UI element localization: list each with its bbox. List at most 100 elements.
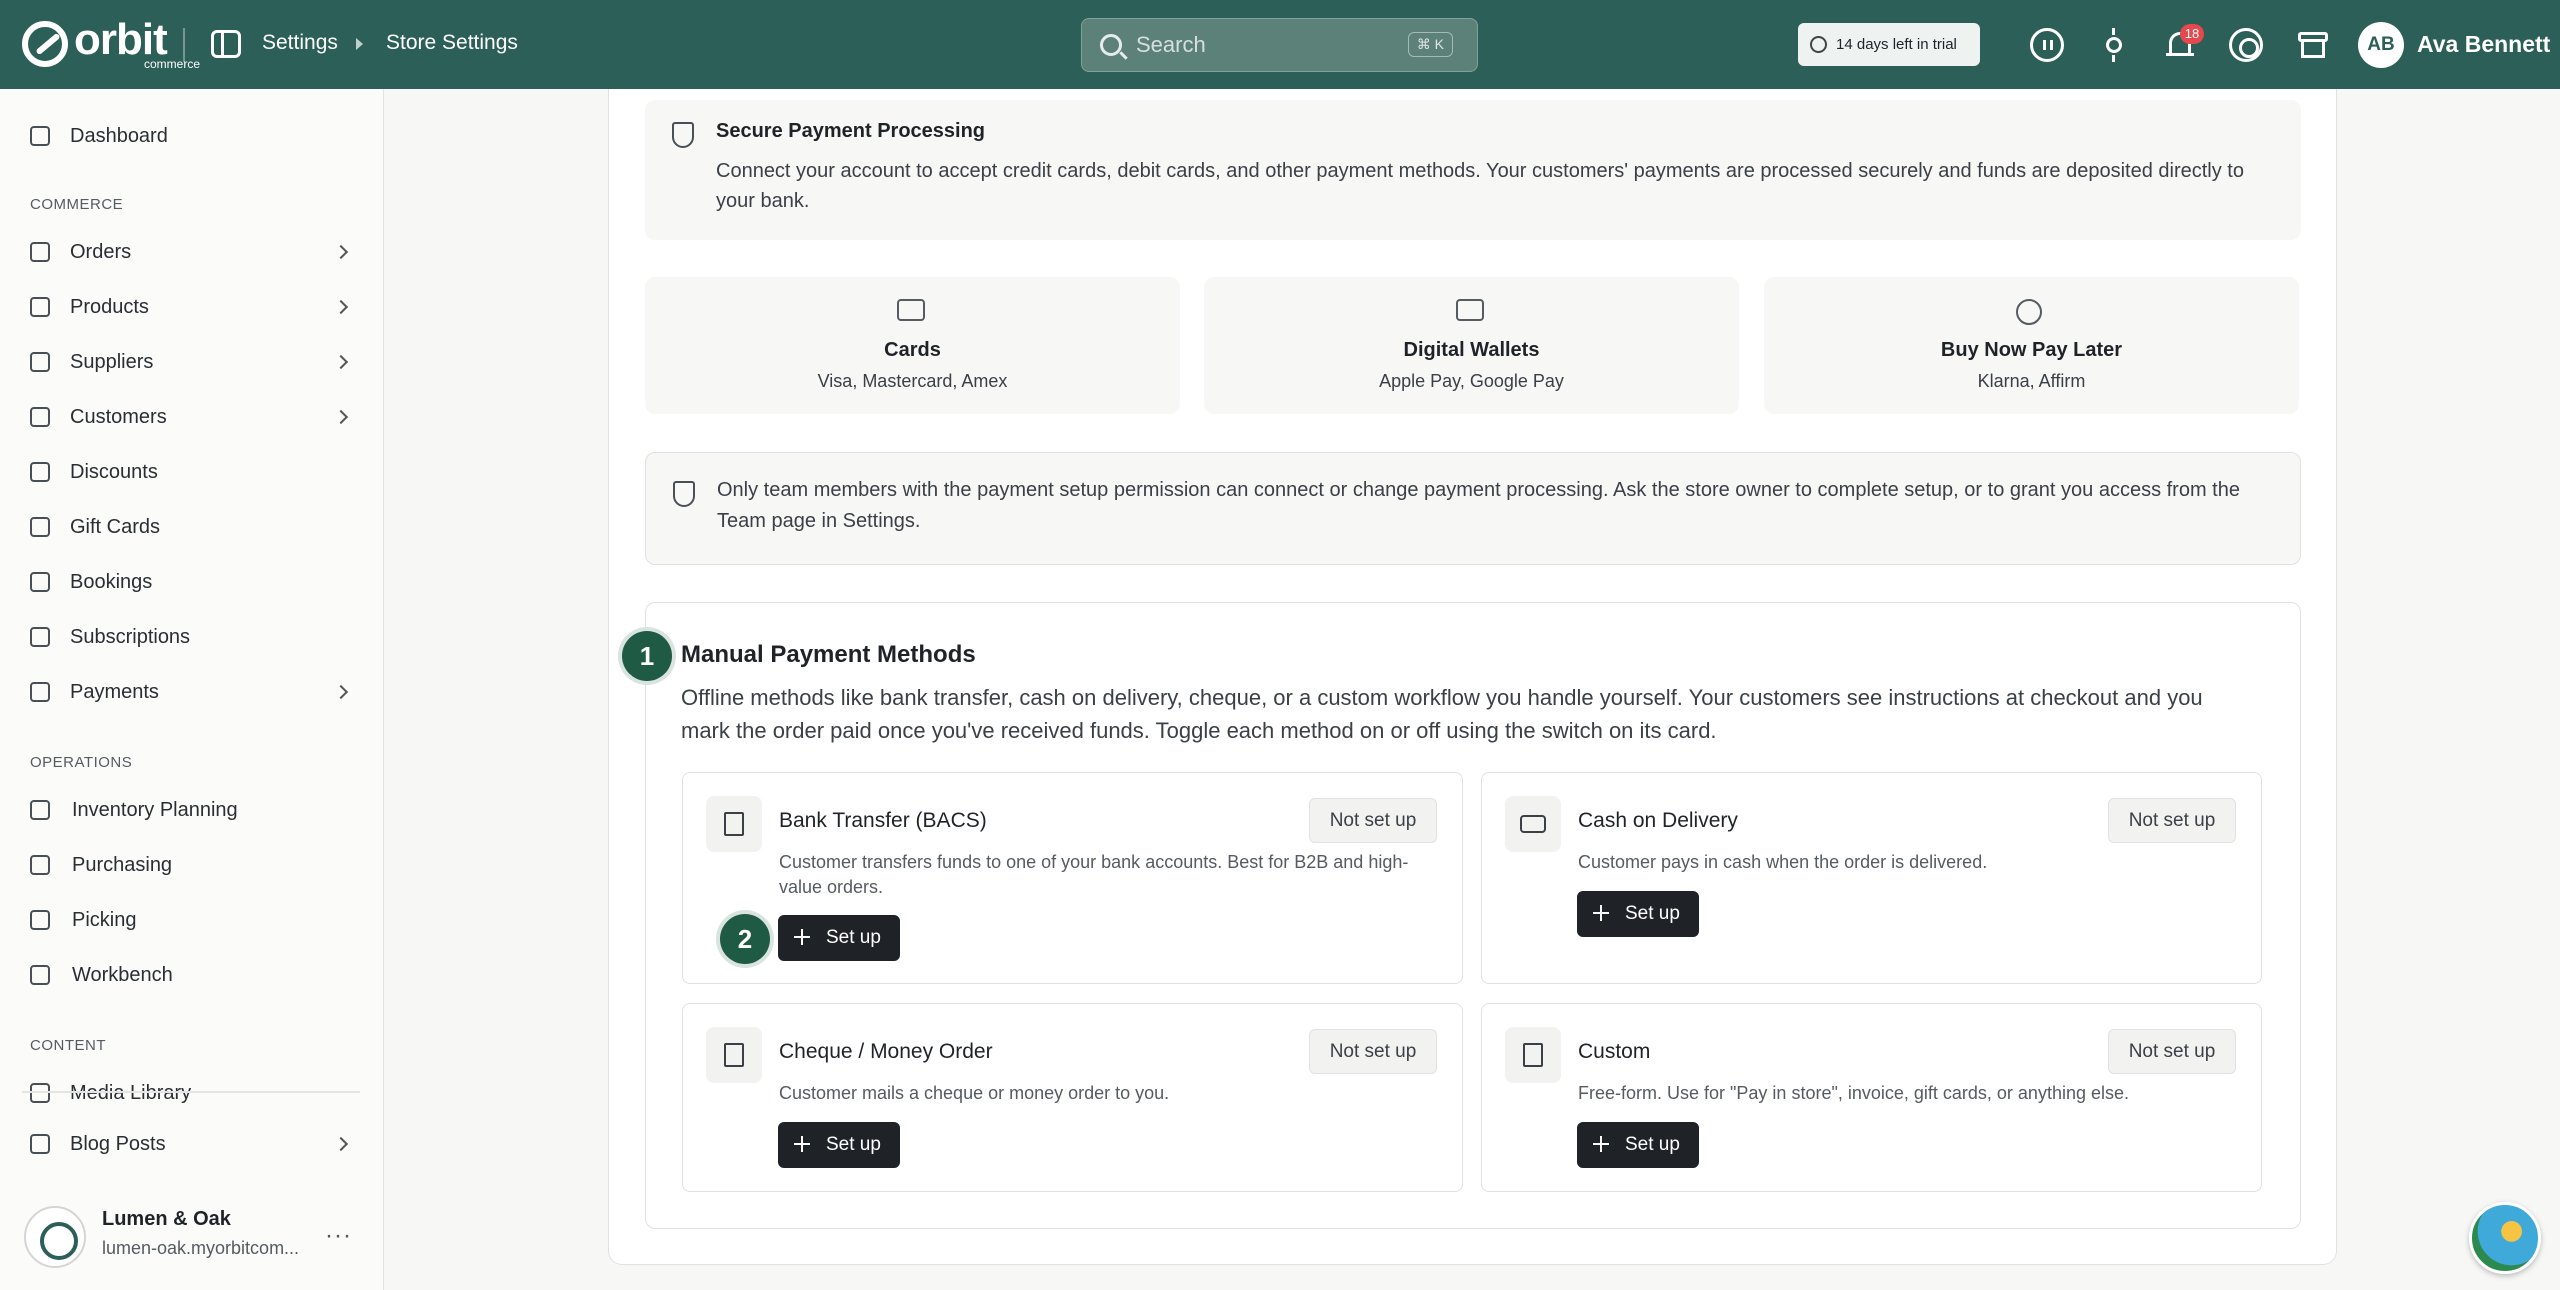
tag-icon bbox=[30, 462, 50, 482]
building-icon bbox=[706, 796, 762, 852]
sidebar-item-orders[interactable]: Orders bbox=[0, 228, 384, 276]
sidebar-item-label: Blog Posts bbox=[70, 1132, 166, 1155]
cash-on-delivery-setup-button[interactable]: Set up bbox=[1577, 891, 1699, 937]
sidebar-item-gift-cards[interactable]: Gift Cards bbox=[0, 503, 384, 551]
search-input[interactable]: Search ⌘ K bbox=[1081, 18, 1478, 72]
assistant-launcher-icon[interactable] bbox=[2469, 1202, 2541, 1274]
more-options-icon[interactable]: ··· bbox=[325, 1222, 352, 1250]
sidebar-item-label: Workbench bbox=[72, 963, 173, 986]
theme-toggle-icon[interactable] bbox=[2097, 28, 2131, 62]
sidebar-item-bookings[interactable]: Bookings bbox=[0, 558, 384, 606]
user-name[interactable]: Ava Bennett bbox=[2417, 31, 2550, 58]
status-badge: Not set up bbox=[2108, 798, 2236, 843]
method-title: Cash on Delivery bbox=[1578, 809, 1738, 832]
breadcrumb-settings[interactable]: Settings bbox=[262, 31, 338, 55]
chevron-right-icon bbox=[333, 409, 349, 425]
sidebar-item-inventory-planning[interactable]: Inventory Planning bbox=[0, 786, 384, 834]
method-card-bnpl: Buy Now Pay Later Klarna, Affirm bbox=[1764, 277, 2299, 414]
avatar[interactable]: AB bbox=[2358, 22, 2404, 68]
status-badge: Not set up bbox=[2108, 1029, 2236, 1074]
sidebar-item-picking[interactable]: Picking bbox=[0, 896, 384, 944]
sidebar-item-purchasing[interactable]: Purchasing bbox=[0, 841, 384, 889]
workbench-icon bbox=[30, 965, 50, 985]
sidebar-item-label: Orders bbox=[70, 240, 132, 263]
orbit-commerce-logo[interactable]: orbit commerce bbox=[22, 18, 200, 70]
method-title: Custom bbox=[1578, 1040, 1651, 1063]
method-description: Customer mails a cheque or money order t… bbox=[779, 1083, 1170, 1103]
sidebar-item-customers[interactable]: Customers bbox=[0, 393, 384, 441]
sidebar-item-discounts[interactable]: Discounts bbox=[0, 448, 384, 496]
plus-icon bbox=[794, 929, 810, 945]
shield-icon bbox=[672, 122, 694, 148]
sidebar-item-label: Payments bbox=[70, 680, 159, 703]
storefront-icon[interactable] bbox=[2296, 28, 2330, 62]
sidebar-item-label: Inventory Planning bbox=[72, 798, 238, 821]
credit-card-icon bbox=[897, 299, 925, 321]
method-description: Customer pays in cash when the order is … bbox=[1578, 852, 1988, 872]
cash-icon bbox=[1505, 796, 1561, 852]
manual-methods-description: Offline methods like bank transfer, cash… bbox=[681, 685, 2203, 743]
method-card-digital-wallets: Digital Wallets Apple Pay, Google Pay bbox=[1204, 277, 1739, 414]
search-icon bbox=[1100, 34, 1122, 56]
store-logo[interactable] bbox=[24, 1206, 86, 1268]
gift-icon bbox=[30, 517, 50, 537]
sidebar-item-label: Purchasing bbox=[72, 853, 173, 876]
sidebar-item-label: Discounts bbox=[70, 460, 158, 483]
help-icon[interactable] bbox=[2229, 28, 2263, 62]
manual-methods-title: Manual Payment Methods bbox=[681, 641, 976, 668]
custom-setup-button[interactable]: Set up bbox=[1577, 1122, 1699, 1168]
clock-icon bbox=[1810, 36, 1827, 53]
sidebar-item-label: Products bbox=[70, 295, 149, 318]
sidebar-item-label: Bookings bbox=[70, 570, 153, 593]
store-domain: lumen-oak.myorbitcom... bbox=[102, 1238, 300, 1258]
sidebar-item-media-library[interactable]: Media Library bbox=[0, 1069, 384, 1117]
sidebar-item-suppliers[interactable]: Suppliers bbox=[0, 338, 384, 386]
method-title: Buy Now Pay Later bbox=[1940, 339, 2123, 361]
method-title: Cards bbox=[884, 339, 941, 361]
method-title: Bank Transfer (BACS) bbox=[779, 809, 987, 832]
blog-icon bbox=[30, 1134, 50, 1154]
section-operations: OPERATIONS bbox=[30, 754, 133, 771]
sidebar-item-label: Media Library bbox=[70, 1081, 192, 1104]
notification-count-badge: 18 bbox=[2180, 24, 2204, 44]
button-label: Set up bbox=[826, 1134, 881, 1155]
customers-icon bbox=[30, 407, 50, 427]
bank-transfer-setup-button[interactable]: Set up bbox=[778, 915, 900, 961]
cheque-setup-button[interactable]: Set up bbox=[778, 1122, 900, 1168]
plus-icon bbox=[794, 1136, 810, 1152]
document-icon bbox=[706, 1027, 762, 1083]
feedback-icon[interactable] bbox=[2030, 28, 2064, 62]
location-icon bbox=[30, 910, 50, 930]
store-name[interactable]: Lumen & Oak bbox=[102, 1208, 231, 1231]
sidebar-item-dashboard[interactable]: Dashboard bbox=[0, 112, 384, 160]
breadcrumb-separator-icon bbox=[356, 38, 363, 50]
trial-badge[interactable]: 14 days left in trial bbox=[1798, 23, 1980, 66]
sidebar-toggle-icon[interactable] bbox=[211, 30, 241, 58]
sidebar-item-label: Suppliers bbox=[70, 350, 154, 373]
purchasing-icon bbox=[30, 855, 50, 875]
section-commerce: COMMERCE bbox=[30, 196, 124, 213]
sidebar-item-label: Picking bbox=[72, 908, 137, 931]
logo-sub: commerce bbox=[144, 57, 201, 71]
sidebar-item-label: Dashboard bbox=[70, 124, 168, 147]
calendar-icon bbox=[30, 572, 50, 592]
method-subtitle: Apple Pay, Google Pay bbox=[1379, 371, 1564, 391]
image-icon bbox=[30, 1083, 50, 1103]
dashboard-icon bbox=[30, 126, 50, 146]
sidebar-item-payments[interactable]: Payments bbox=[0, 668, 384, 716]
sidebar-item-subscriptions[interactable]: Subscriptions bbox=[0, 613, 384, 661]
breadcrumb-store-settings[interactable]: Store Settings bbox=[386, 31, 518, 55]
permission-notice-text: Only team members with the payment setup… bbox=[717, 479, 2240, 532]
plus-icon bbox=[1593, 905, 1609, 921]
method-description: Customer transfers funds to one of your … bbox=[779, 852, 1409, 897]
trial-label: 14 days left in trial bbox=[1836, 36, 1957, 53]
sidebar-item-workbench[interactable]: Workbench bbox=[0, 951, 384, 999]
top-bar: orbit commerce Settings Store Settings S… bbox=[0, 0, 2560, 89]
sidebar-divider bbox=[22, 1091, 360, 1093]
sidebar-item-products[interactable]: Products bbox=[0, 283, 384, 331]
sidebar-item-blog-posts[interactable]: Blog Posts bbox=[0, 1124, 384, 1164]
inventory-icon bbox=[30, 800, 50, 820]
card-icon bbox=[30, 682, 50, 702]
products-icon bbox=[30, 297, 50, 317]
chevron-right-icon bbox=[333, 684, 349, 700]
